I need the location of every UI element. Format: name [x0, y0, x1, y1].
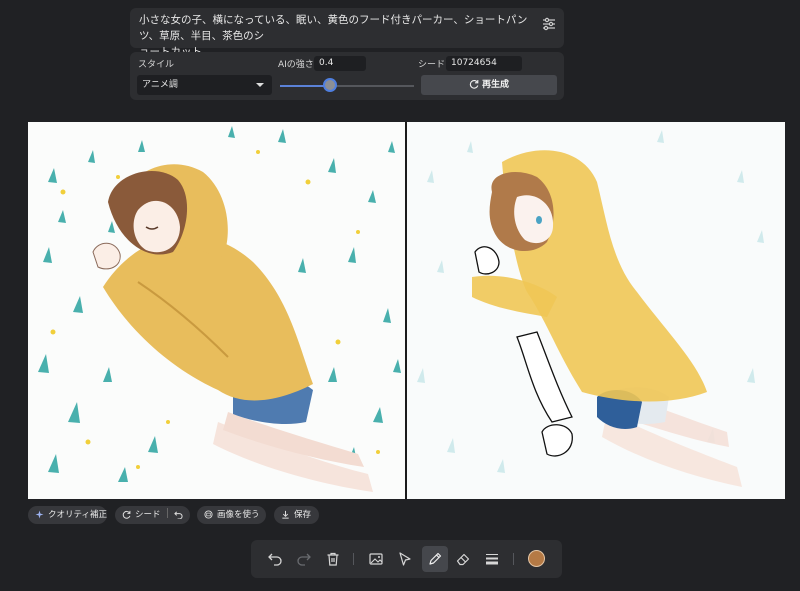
seed-label: シード	[418, 60, 446, 70]
image-icon[interactable]	[368, 551, 384, 567]
seed-button-label: シード	[135, 510, 161, 520]
chip-separator	[166, 508, 168, 518]
image-copy-icon	[204, 510, 213, 519]
redo-icon[interactable]	[296, 551, 312, 567]
ai-strength-label: AIの強さ	[278, 60, 314, 70]
save-button[interactable]: 保存	[274, 506, 319, 524]
refresh-icon	[122, 510, 131, 519]
ai-strength-slider-thumb[interactable]	[323, 78, 337, 92]
pencil-icon[interactable]	[427, 551, 443, 567]
chevron-down-icon	[256, 83, 264, 87]
style-select[interactable]: アニメ調	[137, 75, 272, 95]
prompt-box[interactable]: 小さな女の子、横になっている、眠い、黄色のフード付きパーカー、ショートパンツ、草…	[130, 8, 564, 58]
use-image-label: 画像を使う	[217, 510, 260, 520]
drawing-toolbar	[251, 540, 562, 578]
style-select-value: アニメ調	[142, 80, 178, 90]
regenerate-label: 再生成	[481, 80, 509, 90]
cursor-icon[interactable]	[397, 551, 413, 567]
refresh-icon	[469, 80, 479, 89]
quality-enhance-button[interactable]: クオリティ補正	[28, 506, 107, 524]
stroke-width-icon[interactable]	[484, 551, 500, 567]
download-icon	[282, 510, 289, 519]
seed-input[interactable]: 10724654	[446, 56, 522, 71]
undo-icon[interactable]	[267, 551, 283, 567]
toolbar-separator	[513, 553, 514, 565]
anime-girl-illustration	[38, 126, 401, 492]
eraser-icon[interactable]	[455, 551, 471, 567]
style-label: スタイル	[138, 60, 175, 70]
seed-button[interactable]: シード	[115, 506, 190, 524]
image-divider[interactable]	[405, 122, 407, 499]
sketch-canvas[interactable]	[407, 122, 785, 499]
save-label: 保存	[294, 510, 312, 520]
quality-enhance-label: クオリティ補正	[48, 510, 107, 520]
sketch-illustration	[417, 130, 764, 487]
sparkle-icon	[35, 510, 44, 519]
trash-icon[interactable]	[325, 551, 341, 567]
sliders-settings-icon[interactable]	[542, 17, 556, 31]
toolbar-separator	[353, 553, 354, 565]
use-image-button[interactable]: 画像を使う	[197, 506, 266, 524]
regenerate-button[interactable]: 再生成	[421, 75, 557, 95]
color-swatch[interactable]	[528, 550, 545, 567]
undo-seed-icon[interactable]	[173, 510, 183, 520]
ai-strength-input[interactable]: 0.4	[314, 56, 366, 71]
generated-image	[28, 122, 406, 499]
generation-controls: スタイル AIの強さ シード 0.4 10724654 アニメ調 再生成	[130, 52, 564, 100]
prompt-line-1: 小さな女の子、横になっている、眠い、黄色のフード付きパーカー、ショートパンツ、草…	[139, 14, 528, 42]
